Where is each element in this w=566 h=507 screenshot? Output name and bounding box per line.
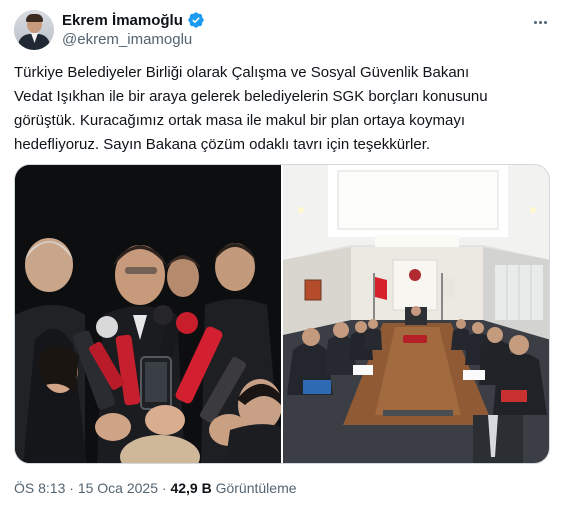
avatar[interactable] [14, 10, 54, 50]
tweet: Ekrem İmamoğlu @ekrem_imamoglu Türkiye B… [0, 0, 566, 507]
tweet-text-line: Türkiye Belediyeler Birliği olarak Çalış… [14, 64, 470, 81]
tweet-text: Türkiye Belediyeler Birliği olarak Çalış… [14, 61, 554, 157]
views-count: 42,9 B [170, 480, 212, 496]
meeting-room-photo[interactable] [283, 165, 549, 463]
press-conference-photo[interactable] [15, 165, 281, 463]
tweet-time[interactable]: ÖS 8:13 [14, 480, 65, 496]
tweet-text-line: Vedat Işıkhan ile bir araya gelerek bele… [14, 88, 488, 105]
views-label: Görüntüleme [215, 480, 297, 496]
more-options-icon[interactable] [530, 12, 550, 32]
tweet-date[interactable]: 15 Oca 2025 [78, 480, 158, 496]
verified-badge-icon[interactable] [187, 11, 205, 29]
tweet-text-line: hedefliyoruz. Sayın Bakana çözüm odaklı … [14, 136, 431, 153]
author-name-row: Ekrem İmamoğlu [62, 11, 205, 29]
tweet-meta: ÖS 8:13 · 15 Oca 2025 · 42,9 B Görüntüle… [14, 480, 297, 496]
tweet-media [14, 164, 550, 464]
meta-separator: · [69, 480, 74, 496]
tweet-text-line: görüştük. Kuracağımız ortak masa ile mak… [14, 112, 466, 129]
author-display-name[interactable]: Ekrem İmamoğlu [62, 12, 183, 29]
author-handle[interactable]: @ekrem_imamoglu [62, 31, 192, 48]
meta-separator: · [161, 480, 167, 496]
